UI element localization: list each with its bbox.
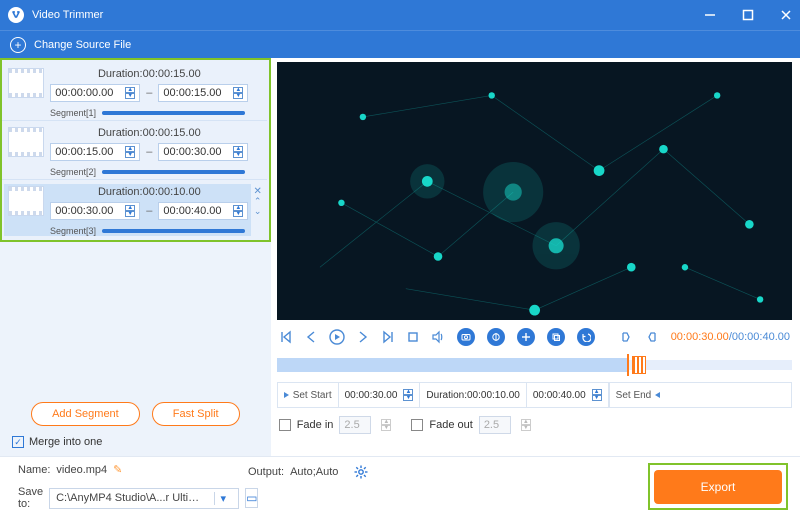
add-marker-icon[interactable] — [517, 328, 535, 346]
segment-row-active[interactable]: Duration:00:00:10.00 00:00:30.00▲▼ – 00:… — [2, 179, 267, 238]
range-dash: – — [146, 146, 152, 158]
range-dash: – — [146, 205, 152, 217]
fade-in-checkbox[interactable] — [279, 419, 291, 431]
segment-end-input[interactable]: 00:00:30.00▲▼ — [158, 143, 248, 161]
spin-down-icon[interactable]: ▼ — [403, 395, 413, 401]
merge-checkbox[interactable]: ✓ — [12, 436, 24, 448]
video-preview[interactable] — [277, 62, 792, 320]
close-button[interactable] — [780, 9, 792, 21]
segment-slider[interactable] — [102, 170, 245, 174]
fade-out-checkbox[interactable] — [411, 419, 423, 431]
segment-duration: Duration:00:00:15.00 — [98, 127, 201, 139]
mark-in-icon[interactable] — [619, 330, 633, 344]
fade-in-label: Fade in — [297, 419, 334, 431]
segment-slider[interactable] — [102, 229, 245, 233]
segment-slider[interactable] — [102, 111, 245, 115]
segment-thumb-icon — [8, 186, 44, 216]
range-start-input[interactable]: 00:00:30.00▲▼ — [339, 383, 421, 407]
next-frame-icon[interactable] — [357, 331, 369, 343]
segment-row[interactable]: Duration:00:00:15.00 00:00:15.00▲▼ – 00:… — [2, 120, 267, 179]
chevron-down-icon[interactable]: ▾ — [214, 492, 233, 505]
edit-name-icon[interactable]: ✎ — [113, 463, 122, 476]
spin-down-icon[interactable]: ▼ — [233, 152, 243, 158]
segment-list: Duration:00:00:15.00 00:00:00.00▲▼ – 00:… — [0, 58, 271, 242]
play-icon[interactable] — [329, 329, 345, 345]
segment-duration: Duration:00:00:15.00 — [98, 68, 201, 80]
output-label: Output: — [248, 466, 284, 478]
segment-label: Segment[2] — [48, 167, 96, 177]
spin-down-icon[interactable]: ▼ — [233, 211, 243, 217]
fast-split-button[interactable]: Fast Split — [152, 402, 240, 426]
player-controls: 00:00:30.00/00:00:40.00 — [277, 320, 792, 350]
fade-out-input[interactable]: 2.5 — [479, 416, 511, 434]
save-to-label: Save to: — [18, 486, 43, 510]
range-row: Set Start 00:00:30.00▲▼ Duration:00:00:1… — [277, 382, 792, 408]
add-source-icon[interactable]: + — [10, 37, 26, 53]
set-end-button[interactable]: Set End — [609, 383, 667, 407]
segment-label: Segment[1] — [48, 108, 96, 118]
minimize-button[interactable] — [704, 9, 716, 21]
set-start-button[interactable]: Set Start — [278, 383, 339, 407]
spin-down-icon[interactable]: ▼ — [381, 425, 391, 431]
mark-out-icon[interactable] — [645, 330, 659, 344]
spin-down-icon[interactable]: ▼ — [592, 395, 602, 401]
segment-end-input[interactable]: 00:00:40.00▲▼ — [158, 202, 248, 220]
undo-icon[interactable] — [577, 328, 595, 346]
segment-thumb-icon — [8, 68, 44, 98]
snapshot-icon[interactable] — [457, 328, 475, 346]
name-label: Name: — [18, 464, 50, 476]
toolbar: + Change Source File — [0, 30, 800, 58]
stop-icon[interactable] — [407, 331, 419, 343]
copy-icon[interactable] — [547, 328, 565, 346]
merge-label: Merge into one — [29, 436, 102, 448]
export-button[interactable]: Export — [654, 470, 782, 504]
goto-start-icon[interactable] — [279, 330, 293, 344]
range-end-input[interactable]: 00:00:40.00▲▼ — [527, 383, 609, 407]
spin-down-icon[interactable]: ▼ — [233, 93, 243, 99]
segment-end-input[interactable]: 00:00:15.00▲▼ — [158, 84, 248, 102]
add-segment-button[interactable]: Add Segment — [31, 402, 140, 426]
segment-duration: Duration:00:00:10.00 — [98, 186, 201, 198]
app-logo-icon — [8, 7, 24, 23]
segment-row[interactable]: Duration:00:00:15.00 00:00:00.00▲▼ – 00:… — [2, 62, 267, 120]
name-value: video.mp4 — [56, 464, 107, 476]
segment-start-input[interactable]: 00:00:00.00▲▼ — [50, 84, 140, 102]
spin-down-icon[interactable]: ▼ — [125, 93, 135, 99]
segment-expand-icon[interactable]: ⌄ — [254, 206, 262, 217]
fade-in-input[interactable]: 2.5 — [339, 416, 371, 434]
segment-start-input[interactable]: 00:00:15.00▲▼ — [50, 143, 140, 161]
maximize-button[interactable] — [742, 9, 754, 21]
change-source-button[interactable]: Change Source File — [34, 39, 131, 51]
output-value: Auto;Auto — [290, 466, 338, 478]
window-title: Video Trimmer — [32, 9, 103, 21]
volume-icon[interactable] — [431, 330, 445, 344]
segments-panel: Duration:00:00:15.00 00:00:00.00▲▼ – 00:… — [0, 58, 271, 456]
range-dash: – — [146, 87, 152, 99]
title-bar: Video Trimmer — [0, 0, 800, 30]
spin-down-icon[interactable]: ▼ — [125, 152, 135, 158]
time-counter: 00:00:30.00/00:00:40.00 — [671, 331, 790, 343]
spin-down-icon[interactable]: ▼ — [521, 425, 531, 431]
split-icon[interactable] — [487, 328, 505, 346]
output-settings-icon[interactable] — [354, 465, 368, 479]
footer: Name: video.mp4 ✎ Save to: C:\AnyMP4 Stu… — [0, 456, 800, 518]
preview-panel: 00:00:30.00/00:00:40.00 Set Start 00:00:… — [271, 58, 800, 456]
spin-down-icon[interactable]: ▼ — [125, 211, 135, 217]
segment-label: Segment[3] — [48, 226, 96, 236]
prev-frame-icon[interactable] — [305, 331, 317, 343]
save-path-dropdown[interactable]: C:\AnyMP4 Studio\A...r Ultimate\Trimmer▾ — [49, 488, 239, 509]
segment-start-input[interactable]: 00:00:30.00▲▼ — [50, 202, 140, 220]
fade-out-label: Fade out — [429, 419, 472, 431]
export-highlight: Export — [648, 463, 788, 510]
fade-row: Fade in 2.5 ▲▼ Fade out 2.5 ▲▼ — [277, 408, 792, 434]
range-duration: Duration:00:00:10.00 — [420, 383, 526, 407]
segment-thumb-icon — [8, 127, 44, 157]
goto-end-icon[interactable] — [381, 330, 395, 344]
timeline-scrubber[interactable] — [277, 354, 792, 374]
